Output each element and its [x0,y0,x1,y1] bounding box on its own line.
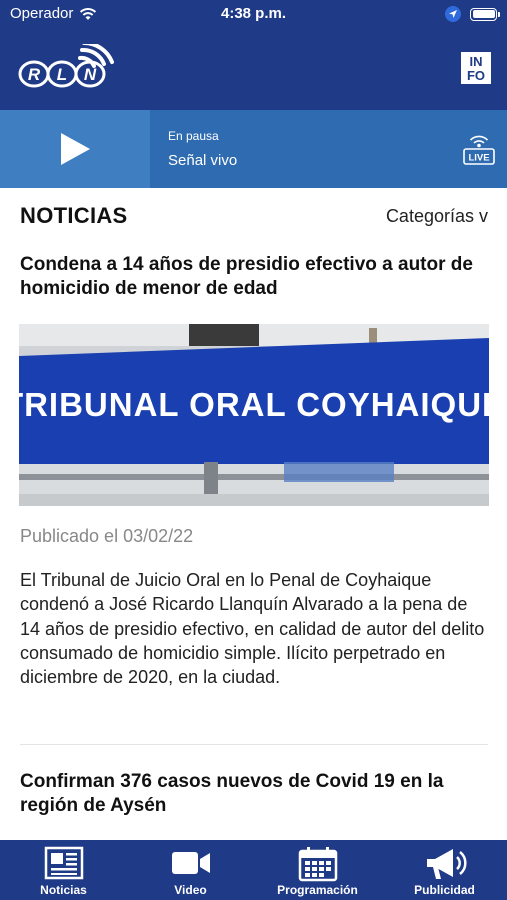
tab-publicidad[interactable]: Publicidad [381,840,507,900]
play-icon[interactable] [58,132,92,166]
megaphone-icon [426,849,467,879]
newspaper-icon [44,846,83,880]
info-button[interactable]: IN FO [461,52,491,84]
player-state: En pausa [168,129,219,143]
article-image[interactable]: TRIBUNAL ORAL COYHAIQUE [19,324,489,506]
live-broadcast-icon[interactable]: LIVE [462,134,496,166]
info-icon: IN FO [467,54,485,83]
location-arrow-icon [445,6,461,22]
live-label: LIVE [468,153,489,164]
news-section-header: NOTICIAS Categorías v [20,203,488,233]
svg-text:R: R [28,65,41,84]
bottom-tab-bar: Noticias Video Programación Publicidad [0,840,507,900]
play-button-area[interactable] [0,110,150,188]
status-right [444,5,500,23]
tab-label: Programación [277,883,358,897]
sign-text: TRIBUNAL ORAL COYHAIQUE [19,386,489,423]
top-bar: Operador 4:38 p.m. R L N IN FO [0,0,507,110]
tribunal-sign-photo: TRIBUNAL ORAL COYHAIQUE [19,324,489,506]
publication-date: Publicado el 03/02/22 [20,526,194,546]
svg-text:IN: IN [470,54,483,69]
live-player: En pausa Señal vivo [0,110,507,188]
svg-text:N: N [84,65,97,84]
svg-text:L: L [57,65,67,84]
article-divider [20,744,488,745]
tab-label: Noticias [40,883,87,897]
tab-programacion[interactable]: Programación [254,840,381,900]
section-title: NOTICIAS [20,203,128,228]
calendar-icon [298,847,337,882]
tab-video[interactable]: Video [127,840,254,900]
categories-dropdown[interactable]: Categorías v [386,206,488,227]
tab-label: Video [174,883,207,897]
article-title[interactable]: Condena a 14 años de presidio efectivo a… [20,253,490,301]
article-title[interactable]: Confirman 376 casos nuevos de Covid 19 e… [20,770,490,818]
player-title: Señal vivo [168,152,238,169]
tab-noticias[interactable]: Noticias [0,840,127,900]
status-bar: Operador 4:38 p.m. [0,0,507,28]
clock: 4:38 p.m. [220,5,287,22]
article-summary: El Tribunal de Juicio Oral en lo Penal d… [20,570,485,688]
video-camera-icon [171,852,210,874]
battery-icon [470,7,500,21]
rln-logo: R L N [18,44,114,88]
tab-label: Publicidad [414,883,475,897]
svg-text:FO: FO [467,68,485,82]
